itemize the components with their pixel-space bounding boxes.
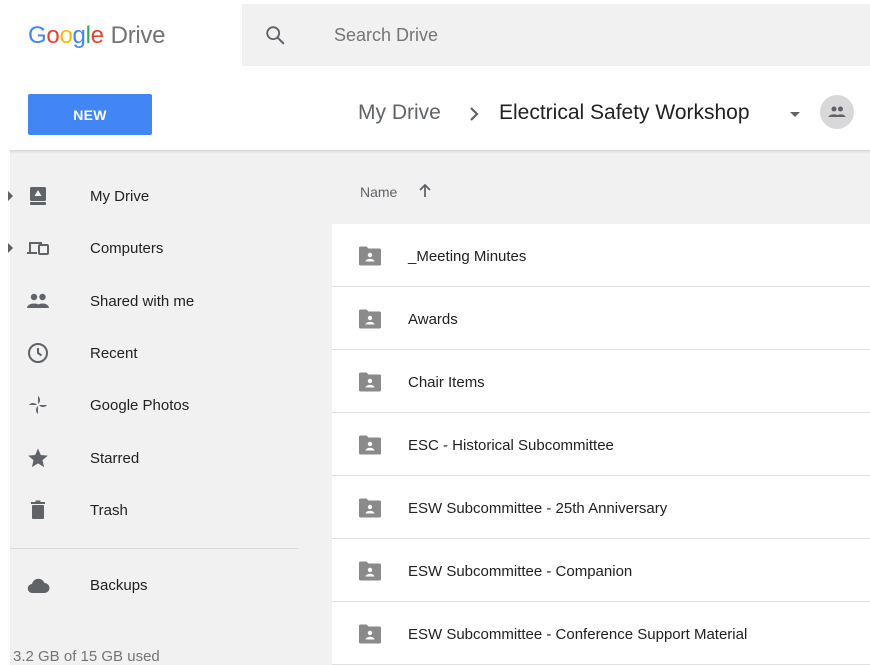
search-icon[interactable] — [264, 24, 286, 46]
expand-arrow-icon[interactable] — [8, 243, 13, 253]
sidebar-item-starred[interactable]: Starred — [10, 436, 332, 480]
file-name: ESW Subcommittee - Conference Support Ma… — [408, 626, 748, 643]
shared-folder-icon — [359, 498, 381, 518]
sidebar-divider — [10, 548, 298, 549]
cloud-icon — [27, 578, 50, 594]
logo-letter: G — [28, 22, 47, 49]
star-icon — [28, 448, 48, 468]
people-icon — [828, 106, 846, 117]
sidebar-item-label: Recent — [90, 345, 138, 362]
chevron-down-icon[interactable] — [790, 112, 800, 117]
file-list-header: Name — [332, 154, 870, 224]
search-placeholder: Search Drive — [334, 25, 439, 45]
file-name: ESC - Historical Subcommittee — [408, 437, 614, 454]
sidebar-item-google-photos[interactable]: Google Photos — [10, 383, 332, 427]
shared-folder-icon — [359, 561, 381, 581]
expand-arrow-icon[interactable] — [8, 191, 13, 201]
file-row[interactable]: ESW Subcommittee - Conference Support Ma… — [332, 602, 870, 665]
shared-folder-icon — [359, 372, 381, 392]
shared-folder-icon — [359, 435, 381, 455]
sidebar-item-label: Computers — [90, 240, 164, 257]
search-input[interactable]: Search Drive — [242, 4, 870, 66]
storage-usage-text: 3.2 GB of 15 GB used — [13, 648, 160, 665]
file-name: ESW Subcommittee - Companion — [408, 563, 633, 580]
recent-clock-icon — [28, 343, 48, 363]
sidebar: My Drive Computers Shared with me Recent — [8, 154, 332, 665]
chevron-right-icon — [470, 107, 479, 121]
sort-ascending-arrow-icon[interactable] — [416, 182, 434, 200]
logo-product-name: Drive — [110, 22, 166, 49]
breadcrumb-my-drive[interactable]: My Drive — [358, 101, 441, 125]
logo-letter: o — [46, 22, 60, 49]
shared-folder-icon — [359, 246, 381, 266]
file-name: ESW Subcommittee - 25th Anniversary — [408, 500, 668, 517]
breadcrumb-current-folder[interactable]: Electrical Safety Workshop — [499, 101, 750, 125]
file-row[interactable]: ESW Subcommittee - Companion — [332, 539, 870, 602]
new-button[interactable]: NEW — [28, 94, 152, 135]
sidebar-item-computers[interactable]: Computers — [8, 226, 332, 270]
column-header-name[interactable]: Name — [360, 184, 397, 200]
shared-with-me-icon — [27, 293, 49, 308]
file-name: Chair Items — [408, 374, 485, 391]
sidebar-item-my-drive[interactable]: My Drive — [8, 174, 332, 218]
top-bar: Google Drive Search Drive — [0, 0, 870, 72]
sidebar-item-label: Shared with me — [90, 293, 195, 310]
file-name: Awards — [408, 311, 458, 328]
shared-folder-icon — [359, 624, 381, 644]
google-photos-pinwheel-icon — [29, 396, 47, 414]
sidebar-item-label: Starred — [90, 450, 140, 467]
sidebar-item-label: Trash — [90, 502, 128, 519]
logo-letter: o — [59, 22, 73, 49]
sidebar-item-backups[interactable]: Backups — [10, 563, 332, 607]
file-row[interactable]: Chair Items — [332, 350, 870, 413]
shared-people-icon[interactable] — [820, 95, 854, 129]
trash-icon — [31, 500, 45, 519]
file-row[interactable]: Awards — [332, 287, 870, 350]
my-drive-icon — [30, 187, 46, 205]
file-name: _Meeting Minutes — [408, 248, 527, 265]
logo-letter: e — [90, 22, 104, 49]
sidebar-item-label: Backups — [90, 577, 148, 594]
logo-letter: g — [72, 22, 86, 49]
file-row[interactable]: ESC - Historical Subcommittee — [332, 413, 870, 476]
computers-icon — [27, 242, 49, 255]
sidebar-item-label: Google Photos — [90, 397, 190, 414]
sidebar-item-label: My Drive — [90, 188, 150, 205]
sidebar-item-shared-with-me[interactable]: Shared with me — [10, 279, 332, 323]
google-drive-logo[interactable]: Google Drive — [28, 18, 165, 54]
shared-folder-icon — [359, 309, 381, 329]
file-row[interactable]: ESW Subcommittee - 25th Anniversary — [332, 476, 870, 539]
sidebar-item-trash[interactable]: Trash — [10, 488, 332, 532]
sidebar-item-recent[interactable]: Recent — [10, 331, 332, 375]
file-row[interactable]: _Meeting Minutes — [332, 224, 870, 287]
